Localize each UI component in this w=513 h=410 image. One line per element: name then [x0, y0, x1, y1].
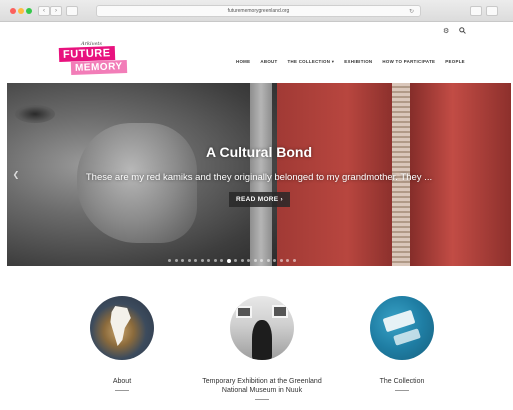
- slider-dot[interactable]: [292, 259, 296, 262]
- feature-collection[interactable]: The Collection: [332, 296, 472, 391]
- feature-about-label[interactable]: About: [52, 377, 192, 386]
- slider-pagination: [168, 258, 296, 263]
- hero-photo-eye: [15, 105, 55, 123]
- feature-collection-label[interactable]: The Collection: [332, 377, 472, 386]
- back-button[interactable]: ‹: [38, 6, 50, 16]
- search-icon[interactable]: [459, 27, 466, 36]
- share-button[interactable]: [470, 6, 482, 16]
- gear-icon[interactable]: ⚙: [443, 27, 449, 35]
- slider-dot[interactable]: [200, 259, 204, 262]
- slider-dot[interactable]: [213, 259, 217, 262]
- address-bar[interactable]: futurememorygreenland.org ↻: [96, 5, 421, 17]
- main-navigation: HOME ABOUT THE COLLECTION ▾ EXHIBITION H…: [236, 58, 475, 66]
- logo-memory-text: MEMORY: [70, 60, 127, 75]
- hero-photo-hand: [77, 123, 197, 243]
- feature-about[interactable]: About: [52, 296, 192, 391]
- logo-future-text: FUTURE: [58, 46, 115, 62]
- nav-home[interactable]: HOME: [236, 58, 250, 66]
- feature-collection-image[interactable]: [370, 296, 434, 360]
- address-bar-url: futurememorygreenland.org: [227, 8, 290, 14]
- nav-the-collection[interactable]: THE COLLECTION ▾: [288, 58, 335, 66]
- tabs-overview-button[interactable]: [486, 6, 498, 16]
- browser-toolbar: ‹ › futurememorygreenland.org ↻: [0, 0, 513, 22]
- sidebar-toggle-button[interactable]: [66, 6, 78, 16]
- nav-exhibition[interactable]: EXHIBITION: [344, 58, 372, 66]
- slider-dot[interactable]: [266, 259, 270, 262]
- slider-dot[interactable]: [247, 259, 250, 262]
- visitor-silhouette: [252, 320, 272, 360]
- hero-subtitle: These are my red kamiks and they origina…: [85, 172, 433, 183]
- gallery-frame: [236, 306, 252, 318]
- slider-dot[interactable]: [273, 259, 276, 262]
- collection-card: [393, 328, 421, 346]
- reload-icon[interactable]: ↻: [409, 7, 414, 18]
- read-more-button[interactable]: READ MORE ›: [229, 192, 290, 207]
- slider-dot[interactable]: [207, 259, 210, 262]
- zoom-window-button[interactable]: [26, 8, 32, 14]
- nav-how-to-participate[interactable]: HOW TO PARTICIPATE: [382, 58, 435, 66]
- feature-exhibition-underline: [255, 399, 269, 400]
- close-window-button[interactable]: [10, 8, 16, 14]
- feature-collection-underline: [395, 390, 409, 391]
- greenland-map-shape: [110, 306, 131, 346]
- gallery-frame: [272, 305, 288, 318]
- feature-about-underline: [115, 390, 129, 391]
- slider-dot[interactable]: [226, 258, 231, 263]
- slider-dot[interactable]: [181, 259, 184, 262]
- feature-about-image[interactable]: [90, 296, 154, 360]
- slider-dot[interactable]: [240, 259, 244, 262]
- feature-exhibition[interactable]: Temporary Exhibition at the Greenland Na…: [192, 296, 332, 400]
- nav-people[interactable]: PEOPLE: [445, 58, 465, 66]
- feature-exhibition-image[interactable]: [230, 296, 294, 360]
- slider-dot[interactable]: [174, 259, 178, 262]
- forward-button[interactable]: ›: [50, 6, 62, 16]
- site-logo[interactable]: Arkivets FUTURE MEMORY: [58, 41, 131, 77]
- hero-slider[interactable]: ❮ A Cultural Bond These are my red kamik…: [7, 83, 511, 266]
- nav-about[interactable]: ABOUT: [260, 58, 277, 66]
- slider-dot[interactable]: [194, 259, 197, 262]
- slider-dot[interactable]: [260, 259, 263, 262]
- slider-dot[interactable]: [279, 259, 283, 262]
- slider-dot[interactable]: [187, 259, 191, 262]
- minimize-window-button[interactable]: [18, 8, 24, 14]
- slider-dot[interactable]: [234, 259, 237, 262]
- feature-exhibition-label[interactable]: Temporary Exhibition at the Greenland Na…: [192, 377, 332, 395]
- collection-card: [382, 309, 416, 333]
- slider-dot[interactable]: [220, 259, 223, 262]
- slider-dot[interactable]: [286, 259, 289, 262]
- slider-dot[interactable]: [253, 259, 257, 262]
- slider-dot[interactable]: [168, 259, 171, 262]
- hero-title: A Cultural Bond: [205, 144, 313, 160]
